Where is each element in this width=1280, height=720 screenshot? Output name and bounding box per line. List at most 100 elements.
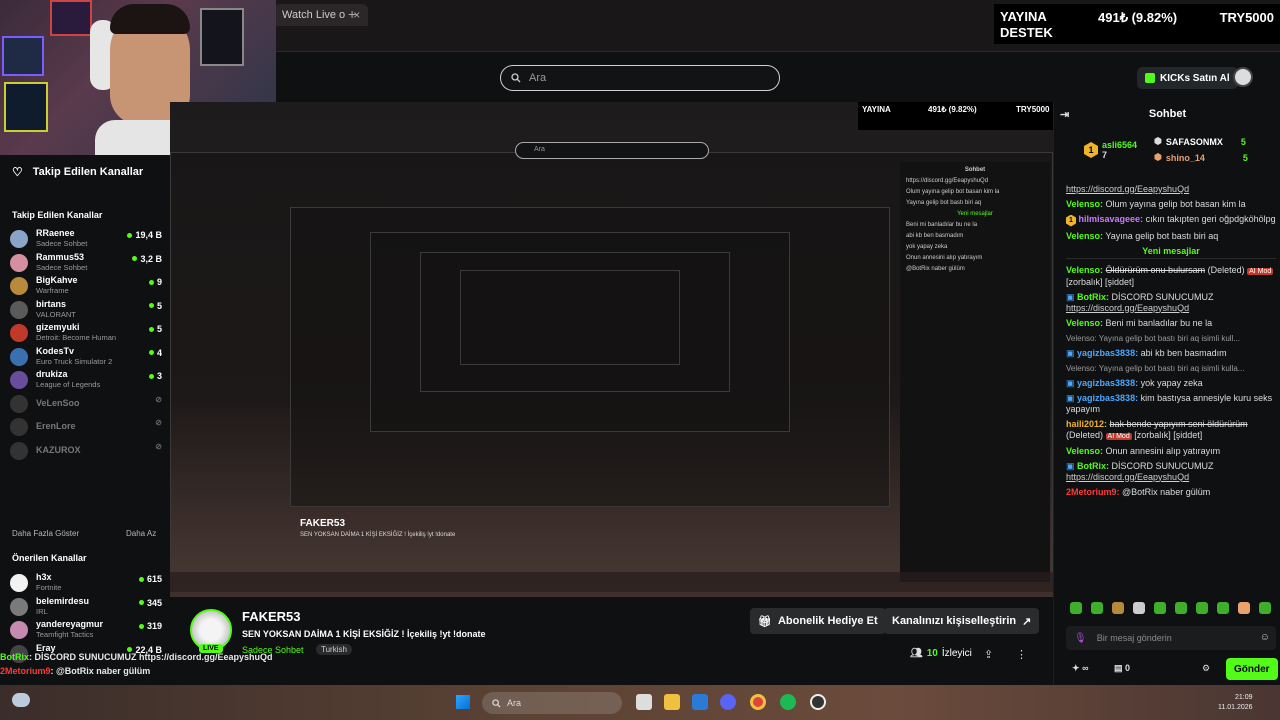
chat-user[interactable]: haili2012: bbox=[1066, 419, 1107, 429]
emote-icon[interactable] bbox=[1070, 602, 1082, 614]
channel-name: drukiza bbox=[36, 369, 68, 379]
discord-icon[interactable] bbox=[720, 694, 736, 710]
mic-icon[interactable]: 🎙︎ bbox=[1074, 633, 1087, 644]
poster bbox=[50, 0, 92, 36]
avatar bbox=[10, 621, 28, 639]
top-gifter-3[interactable]: ⬢ shino_14 5 bbox=[1154, 152, 1248, 163]
emote-icon[interactable] bbox=[1133, 602, 1145, 614]
chat-link[interactable]: https://discord.gg/EeapyshuQd bbox=[1066, 472, 1189, 482]
channel-name: yandereyagmur bbox=[36, 619, 104, 629]
overlay-chat-line: 2Metorium9: @BotRix naber gülüm bbox=[0, 666, 400, 680]
donation-goal: TRY5000 bbox=[1219, 10, 1274, 25]
live-dot-icon bbox=[148, 303, 154, 308]
chat-input[interactable]: 🎙︎ Bir mesaj gönderin ☺ bbox=[1066, 626, 1276, 650]
store-icon[interactable] bbox=[692, 694, 708, 710]
top-gifters: 1 asli6564 7 ⬢ SAFASONMX 5 ⬢ shino_14 5 bbox=[1084, 136, 1274, 176]
gear-icon[interactable]: ⚙ bbox=[1202, 663, 1210, 674]
live-dot-icon bbox=[127, 232, 133, 238]
chrome-icon[interactable] bbox=[750, 694, 766, 710]
live-dot-icon bbox=[132, 256, 138, 261]
channel-item[interactable]: birtans VALORANT 5 bbox=[10, 298, 162, 320]
nested-chat-line: Yeni mesajlar bbox=[957, 211, 993, 217]
channel-item-offline[interactable]: VeLenSoo ⊘ bbox=[10, 392, 162, 414]
channel-item-offline[interactable]: KAZUROX ⊘ bbox=[10, 439, 162, 461]
channel-name: Eray bbox=[36, 642, 56, 653]
chat-user[interactable]: BotRix: bbox=[1077, 292, 1109, 302]
badge-icon: ▣ bbox=[1066, 347, 1075, 358]
show-less-link[interactable]: Daha Az bbox=[126, 529, 156, 538]
clock[interactable]: 21:09 11.01.2026 bbox=[1218, 693, 1253, 713]
task-view-icon[interactable] bbox=[636, 694, 652, 710]
viewer-count: 615 bbox=[138, 574, 162, 584]
top-gifter-2[interactable]: ⬢ SAFASONMX 5 bbox=[1154, 136, 1246, 147]
streamer-name[interactable]: FAKER53 bbox=[242, 609, 301, 624]
new-tab-icon[interactable]: + bbox=[348, 6, 356, 22]
points-value: ∞ bbox=[1082, 663, 1089, 673]
emote-icon[interactable] bbox=[1175, 602, 1187, 614]
send-button[interactable]: Gönder bbox=[1226, 658, 1278, 680]
channel-item[interactable]: BigKahve Warframe 9 bbox=[10, 274, 162, 296]
report-icon[interactable]: ⋮ bbox=[1016, 648, 1027, 661]
chat-user[interactable]: Velenso: bbox=[1066, 199, 1103, 209]
chat-user[interactable]: yagizbas3838: bbox=[1077, 348, 1138, 358]
share-icon[interactable]: ⇪ bbox=[984, 648, 993, 661]
reply-reference[interactable]: Velenso: Yayına gelip bot bastı biri aq … bbox=[1066, 363, 1276, 374]
chat-link[interactable]: https://discord.gg/EeapyshuQd bbox=[1066, 303, 1189, 313]
channel-name: Rammus53 bbox=[36, 251, 85, 262]
chat-user[interactable]: hilmisavageee: bbox=[1079, 214, 1144, 224]
emote-icon[interactable] bbox=[1154, 602, 1166, 614]
chat-user[interactable]: BotRix: bbox=[1077, 461, 1109, 471]
top-gifter-1[interactable]: 1 asli6564 7 bbox=[1084, 140, 1137, 160]
emote-icon[interactable] bbox=[1259, 602, 1271, 614]
channel-name: VeLenSoo bbox=[36, 397, 80, 408]
nested-chat: Sohbet https://discord.gg/EeapyshuQd Olu… bbox=[900, 162, 1050, 582]
sidebar-header[interactable]: ♡ Takip Edilen Kanallar bbox=[12, 165, 143, 179]
channel-item[interactable]: gizemyuki Detroit: Become Human 5 bbox=[10, 321, 162, 343]
channel-item[interactable]: KodesTv Euro Truck Simulator 2 4 bbox=[10, 345, 162, 367]
channel-item[interactable]: drukiza League of Legends 3 bbox=[10, 368, 162, 390]
chat-link[interactable]: https://discord.gg/EeapyshuQd bbox=[1066, 184, 1189, 194]
channel-item[interactable]: Rammus53 Sadece Sohbet 3,2 B bbox=[10, 251, 162, 273]
show-more-link[interactable]: Daha Fazla Göster bbox=[12, 529, 79, 538]
emote-icon[interactable] bbox=[1196, 602, 1208, 614]
emote-icon[interactable] bbox=[1091, 602, 1103, 614]
emote-icon[interactable] bbox=[1217, 602, 1229, 614]
donation-label-line1: YAYINA bbox=[1000, 9, 1047, 24]
windows-start-icon[interactable] bbox=[456, 695, 470, 709]
user-avatar[interactable] bbox=[1233, 67, 1253, 87]
chat-user[interactable]: yagizbas3838: bbox=[1077, 393, 1138, 403]
buy-kicks-button[interactable]: KICKs Satın Al bbox=[1137, 67, 1238, 89]
chat-user[interactable]: Velenso: bbox=[1066, 446, 1103, 456]
chat-user[interactable]: 2Metorium9: bbox=[1066, 487, 1120, 497]
collapse-chat-icon[interactable]: ⇥ bbox=[1060, 108, 1069, 121]
taskbar-search[interactable]: Ara bbox=[482, 692, 622, 714]
live-dot-icon bbox=[138, 600, 144, 605]
emote-icon[interactable] bbox=[1238, 602, 1250, 614]
nested-chat-line: Yayına gelip bot bastı biri aq bbox=[906, 200, 982, 206]
chat-user[interactable]: yagizbas3838: bbox=[1077, 378, 1138, 388]
channel-item[interactable]: RRaenee Sadece Sohbet 19,4 B bbox=[10, 227, 162, 249]
emoji-icon[interactable]: ☺ bbox=[1260, 632, 1270, 643]
channel-item[interactable]: yandereyagmur Teamfight Tactics 319 bbox=[10, 618, 162, 640]
sidebar-header-label: Takip Edilen Kanallar bbox=[32, 166, 144, 178]
chat-user[interactable]: Velenso: bbox=[1066, 231, 1103, 241]
channel-item[interactable]: h3x Fortnite 615 bbox=[10, 571, 162, 593]
loot-box[interactable]: ▤ 0 bbox=[1114, 663, 1130, 674]
search-input[interactable]: Ara bbox=[500, 65, 780, 91]
chat-user[interactable]: Velenso: bbox=[1066, 265, 1103, 275]
reply-reference[interactable]: Velenso: Yayına gelip bot bastı biri aq … bbox=[1066, 333, 1276, 344]
spotify-icon[interactable] bbox=[780, 694, 796, 710]
gift-subscription-button[interactable]: 🎁︎ Abonelik Hediye Et bbox=[750, 608, 886, 634]
channel-item-offline[interactable]: ErenLore ⊘ bbox=[10, 415, 162, 437]
obs-icon[interactable] bbox=[810, 694, 826, 710]
channel-item[interactable]: belemirdesu IRL 345 bbox=[10, 595, 162, 617]
emote-icon[interactable] bbox=[1112, 602, 1124, 614]
folder-icon[interactable] bbox=[664, 694, 680, 710]
customize-channel-button[interactable]: Kanalınızı kişiselleştirin ↗ bbox=[884, 608, 1040, 634]
chat-user[interactable]: Velenso: bbox=[1066, 318, 1103, 328]
viewer-count-value: 345 bbox=[146, 597, 162, 608]
weather-icon[interactable] bbox=[12, 693, 30, 707]
nested-chat-line: https://discord.gg/EeapyshuQd bbox=[906, 178, 989, 184]
video-player[interactable]: YAYINA 491₺ (9.82%) TRY5000 Ara Sohbet h… bbox=[170, 102, 1053, 597]
channel-points[interactable]: ✦ ∞ bbox=[1072, 663, 1088, 674]
